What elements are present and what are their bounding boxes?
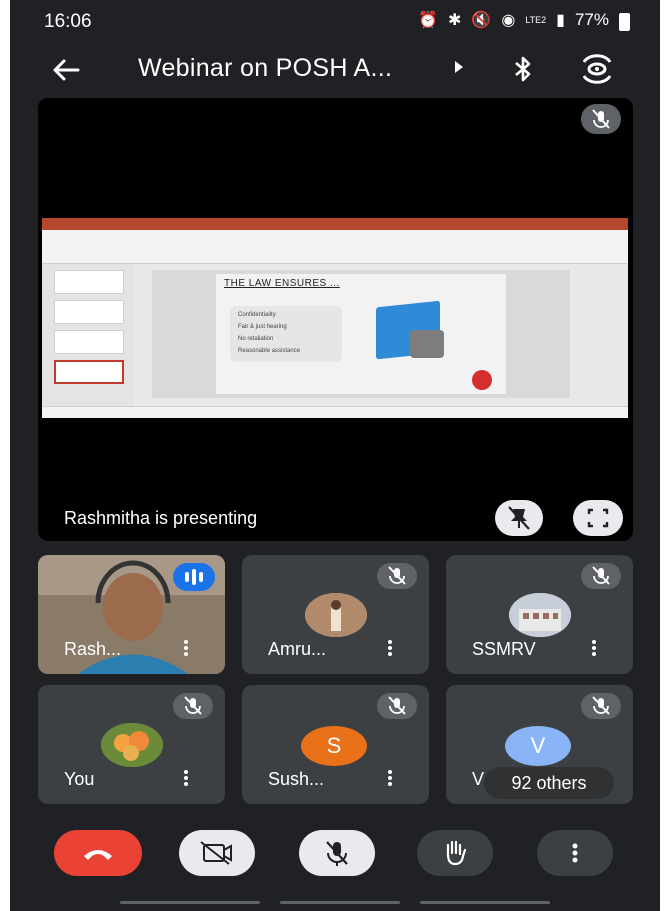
battery-icon [619, 13, 630, 31]
participant-name: Amru... [268, 639, 327, 659]
battery-label: 77% [574, 10, 609, 29]
status-icons: ⏰ ✱ 🔇 ◉ LTE2 ▮ 77% [418, 10, 630, 31]
shared-screen: THE LAW ENSURES ... Confidentiality Fair… [42, 218, 628, 418]
status-bar: 16:06 ⏰ ✱ 🔇 ◉ LTE2 ▮ 77% [10, 0, 660, 44]
unpin-button[interactable] [495, 500, 543, 536]
participant-name: V [472, 769, 485, 789]
back-button[interactable] [48, 52, 84, 88]
status-time: 16:06 [44, 11, 92, 32]
mic-button[interactable] [299, 830, 375, 876]
slide-thumbnail-selected [54, 360, 124, 384]
participant-tile[interactable]: Amru... [242, 555, 429, 674]
more-vertical-icon[interactable] [176, 763, 196, 793]
phone-screen: 16:06 ⏰ ✱ 🔇 ◉ LTE2 ▮ 77% Webinar on POSH… [10, 0, 660, 911]
participant-name: SSMRV [472, 639, 536, 659]
ppt-canvas: THE LAW ENSURES ... Confidentiality Fair… [152, 270, 570, 398]
slide-bullet: Fair & just hearing [238, 324, 287, 330]
slide-bullet-box: Confidentiality Fair & just hearing No r… [230, 306, 342, 362]
nav-indicator [280, 901, 400, 904]
end-call-icon [84, 850, 112, 860]
camera-off-icon [200, 841, 232, 865]
unpin-icon [508, 506, 530, 530]
audio-output-button[interactable] [506, 52, 540, 86]
lock-icon [410, 330, 444, 358]
mic-off-icon [581, 563, 621, 589]
mic-off-icon [377, 693, 417, 719]
slide-thumbnail [54, 300, 124, 324]
participant-name: Rash... [64, 639, 122, 659]
participant-name: You [64, 769, 95, 789]
avatar [305, 593, 367, 637]
raise-hand-button[interactable] [417, 830, 493, 876]
participant-tile[interactable]: SSMRV [446, 555, 633, 674]
participant-name: Sush... [268, 769, 325, 789]
arrow-left-icon [53, 59, 80, 81]
speaking-indicator [173, 563, 215, 591]
system-nav-bar [10, 896, 660, 911]
raise-hand-icon [446, 840, 467, 866]
participant-tile[interactable]: S Sush... [242, 685, 429, 804]
logo-badge [472, 370, 492, 390]
more-vertical-icon[interactable] [176, 633, 196, 663]
slide-thumbnail [54, 270, 124, 294]
ppt-slide-thumbnails [42, 264, 134, 406]
alarm-icon: ⏰ [418, 12, 439, 29]
end-call-button[interactable] [54, 830, 142, 876]
mute-icon: 🔇 [471, 12, 492, 29]
participant-tile[interactable]: Rash... [38, 555, 225, 674]
wifi-icon: ◉ [501, 12, 516, 29]
mic-off-icon [581, 693, 621, 719]
avatar: V [505, 726, 571, 766]
fullscreen-icon [587, 508, 609, 528]
presentation-stage[interactable]: THE LAW ENSURES ... Confidentiality Fair… [38, 98, 633, 541]
bluetooth-icon [515, 56, 531, 82]
network-label: LTE2 [525, 15, 547, 25]
slide-bullet: Confidentiality [238, 312, 276, 318]
avatar [101, 723, 163, 767]
switch-camera-icon [582, 54, 612, 84]
mic-off-icon [581, 104, 621, 134]
mic-off-icon [377, 563, 417, 589]
presenting-label: Rashmitha is presenting [64, 508, 258, 528]
mic-off-icon [173, 693, 213, 719]
ppt-ribbon [42, 230, 628, 264]
nav-indicator [420, 901, 550, 904]
app-bar: Webinar on POSH A... [10, 44, 660, 94]
more-vertical-icon[interactable] [380, 633, 400, 663]
slide-thumbnail [54, 330, 124, 354]
more-vertical-icon[interactable] [380, 763, 400, 793]
meeting-title[interactable]: Webinar on POSH A... [138, 54, 392, 83]
chevron-right-icon[interactable] [455, 61, 463, 73]
avatar: S [301, 726, 367, 766]
more-options-button[interactable] [537, 830, 613, 876]
switch-camera-button[interactable] [578, 52, 616, 86]
fullscreen-button[interactable] [573, 500, 623, 536]
slide-heading: THE LAW ENSURES ... [224, 278, 340, 289]
more-vertical-icon [572, 843, 578, 863]
signal-icon: ▮ [556, 12, 565, 29]
avatar [509, 593, 571, 637]
bluetooth-icon: ✱ [448, 12, 462, 29]
ppt-status-bar [42, 406, 628, 418]
ppt-slide: THE LAW ENSURES ... Confidentiality Fair… [216, 274, 506, 394]
participant-tile[interactable]: You [38, 685, 225, 804]
mic-off-icon [326, 841, 348, 866]
slide-bullet: No retaliation [238, 336, 274, 342]
nav-indicator [120, 901, 260, 904]
camera-button[interactable] [179, 830, 255, 876]
more-vertical-icon[interactable] [584, 633, 604, 663]
slide-bullet: Reasonable assistance [238, 348, 301, 354]
ppt-title-bar [42, 218, 628, 230]
others-count-badge[interactable]: 92 others [484, 767, 614, 799]
